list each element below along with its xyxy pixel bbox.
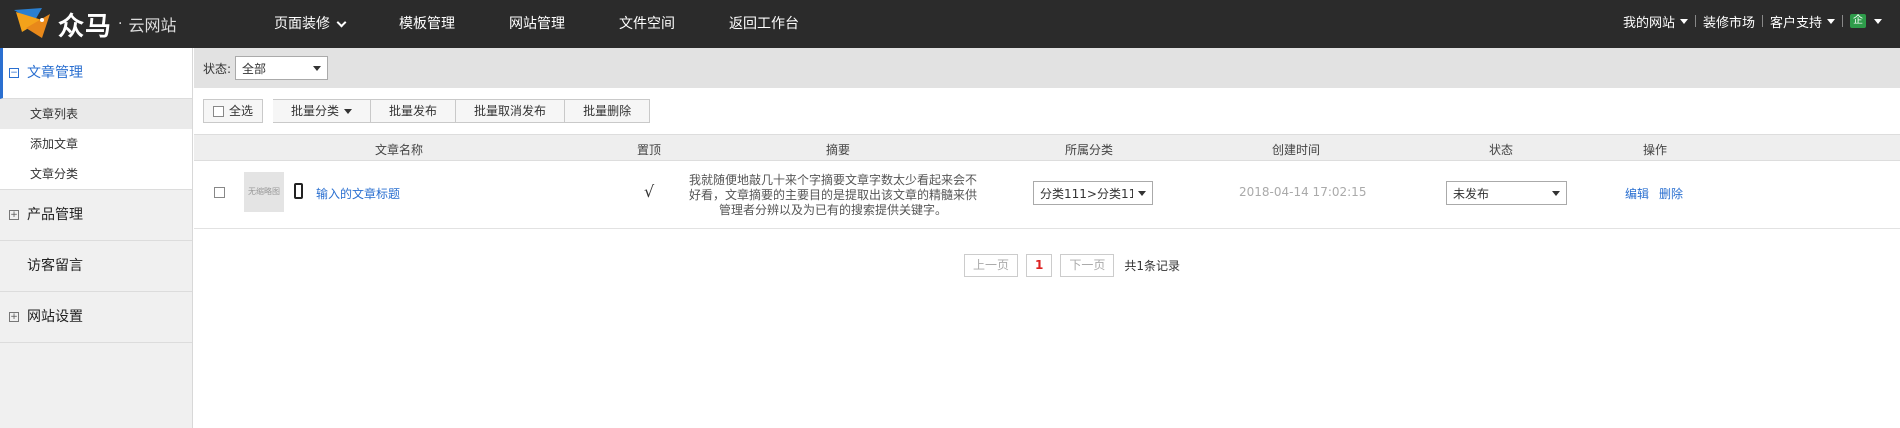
status-filter-select[interactable]: 全部 [235, 56, 329, 80]
prev-page-button[interactable]: 上一页 [964, 254, 1019, 277]
batch-category-button[interactable]: 批量分类 [273, 99, 372, 123]
brand-logo[interactable]: 众马 · 云网站 [12, 4, 176, 44]
nav-page-decoration[interactable]: 页面装修 [274, 0, 347, 48]
delete-link[interactable]: 删除 [1659, 185, 1683, 202]
brand-dot: · [118, 16, 123, 32]
row-checkbox[interactable] [214, 187, 225, 198]
collapse-icon: − [9, 68, 19, 78]
button-label: 批量分类 [291, 104, 340, 118]
caret-down-icon [313, 65, 322, 71]
category-value: 分类111>分类111 [1040, 186, 1133, 201]
expand-icon: + [9, 312, 19, 322]
sidebar: − 文章管理 文章列表 添加文章 文章分类 + 产品管理 访客留言 + 网站设置 [0, 48, 193, 428]
article-title-link[interactable]: 输入的文章标题 [316, 185, 400, 202]
enterprise-badge-icon: 企 [1850, 14, 1866, 28]
mobile-icon [294, 183, 303, 199]
batch-delete-button[interactable]: 批量删除 [565, 99, 651, 123]
column-ops: 操作 [1643, 143, 1668, 157]
market-link[interactable]: 装修市场 [1703, 12, 1755, 31]
button-label: 批量删除 [583, 104, 632, 118]
status-filter-label: 状态: [203, 61, 232, 76]
sidebar-subitem-article-category[interactable]: 文章分类 [0, 159, 192, 189]
market-label: 装修市场 [1702, 15, 1755, 31]
status-select[interactable]: 未发布 [1446, 181, 1567, 205]
column-category: 所属分类 [1065, 143, 1114, 157]
table-header: 文章名称 置顶 摘要 所属分类 创建时间 状态 操作 [194, 134, 1900, 161]
divider [1761, 15, 1763, 27]
sidebar-item-article-management[interactable]: − 文章管理 [0, 48, 192, 99]
status-value: 未发布 [1453, 186, 1490, 201]
sidebar-item-label: 网站设置 [27, 309, 83, 325]
my-site-menu[interactable]: 我的网站 [1623, 12, 1688, 31]
my-site-label: 我的网站 [1622, 15, 1675, 31]
sidebar-submenu: 文章列表 添加文章 文章分类 [0, 99, 192, 190]
brand-name: 众马 [58, 11, 113, 42]
nav-template-management[interactable]: 模板管理 [399, 0, 455, 48]
select-all-button[interactable]: 全选 [203, 99, 264, 123]
total-records: 共1条记录 [1124, 259, 1181, 273]
sidebar-item-product-management[interactable]: + 产品管理 [0, 190, 192, 241]
nav-back-to-workbench[interactable]: 返回工作台 [729, 0, 799, 48]
support-menu[interactable]: 客户支持 [1770, 12, 1835, 31]
button-label: 批量发布 [389, 104, 438, 118]
expand-icon: + [9, 210, 19, 220]
column-summary: 摘要 [826, 143, 851, 157]
edit-link[interactable]: 编辑 [1625, 185, 1649, 202]
nav-label: 返回工作台 [729, 16, 799, 32]
pagination: 上一页 1 下一页 共1条记录 [964, 254, 1180, 277]
top-checkmark: √ [644, 182, 655, 201]
sidebar-item-label: 文章管理 [27, 65, 83, 81]
category-select[interactable]: 分类111>分类111 [1033, 181, 1153, 205]
sidebar-subitem-article-list[interactable]: 文章列表 [0, 99, 192, 129]
caret-down-icon [1138, 190, 1146, 196]
filter-bar: 状态: 全部 [194, 48, 1900, 88]
action-toolbar: 全选 批量分类 批量发布 批量取消发布 批量删除 [194, 88, 1900, 134]
nav-site-management[interactable]: 网站管理 [509, 0, 565, 48]
next-page-button[interactable]: 下一页 [1060, 254, 1115, 277]
select-all-label: 全选 [229, 104, 254, 118]
top-right-menu: 我的网站 装修市场 客户支持 企 [1623, 0, 1882, 42]
chevron-down-icon [336, 17, 347, 27]
divider [1694, 15, 1696, 27]
column-title: 文章名称 [375, 143, 424, 157]
nav-label: 页面装修 [274, 16, 330, 32]
sidebar-item-label: 产品管理 [27, 207, 83, 223]
nav-label: 模板管理 [399, 16, 455, 32]
brand-subtitle: 云网站 [128, 16, 177, 35]
table-row: 无缩略图 输入的文章标题 √ 我就随便地敲几十来个字摘要文章字数太少看起来会不好… [194, 161, 1900, 229]
main-content: 状态: 全部 全选 批量分类 批量发布 批量取消发布 批量删除 文章名称 置顶 … [194, 48, 1900, 428]
article-thumbnail: 无缩略图 [244, 172, 284, 212]
column-status: 状态 [1489, 143, 1514, 157]
status-filter-value: 全部 [242, 61, 267, 76]
column-created: 创建时间 [1272, 143, 1321, 157]
current-page[interactable]: 1 [1026, 254, 1053, 277]
support-label: 客户支持 [1769, 15, 1822, 31]
sidebar-item-site-settings[interactable]: + 网站设置 [0, 292, 192, 343]
select-all-checkbox[interactable] [213, 105, 224, 117]
nav-file-space[interactable]: 文件空间 [619, 0, 675, 48]
caret-down-icon [1874, 18, 1882, 24]
top-nav: 页面装修 模板管理 网站管理 文件空间 返回工作台 [274, 0, 853, 48]
sidebar-item-visitor-messages[interactable]: 访客留言 [0, 241, 192, 292]
created-time: 2018-04-14 17:02:15 [1239, 185, 1367, 199]
column-top: 置顶 [637, 143, 662, 157]
logo-icon [14, 8, 50, 38]
caret-down-icon [344, 108, 353, 114]
nav-label: 网站管理 [509, 16, 565, 32]
sidebar-subitem-add-article[interactable]: 添加文章 [0, 129, 192, 159]
button-label: 批量取消发布 [474, 104, 547, 118]
batch-unpublish-button[interactable]: 批量取消发布 [456, 99, 566, 123]
article-summary: 我就随便地敲几十来个字摘要文章字数太少看起来会不好看，文章摘要的主要目的是提取出… [688, 173, 977, 217]
caret-down-icon [1552, 190, 1560, 196]
nav-label: 文件空间 [619, 16, 675, 32]
divider [1842, 15, 1843, 27]
enterprise-menu[interactable]: 企 [1850, 14, 1882, 28]
sidebar-item-label: 访客留言 [27, 258, 83, 274]
caret-down-icon [1679, 18, 1688, 24]
caret-down-icon [1827, 18, 1835, 24]
batch-publish-button[interactable]: 批量发布 [371, 99, 457, 123]
top-bar: 众马 · 云网站 页面装修 模板管理 网站管理 文件空间 返回工作台 我的网站 … [0, 0, 1900, 48]
